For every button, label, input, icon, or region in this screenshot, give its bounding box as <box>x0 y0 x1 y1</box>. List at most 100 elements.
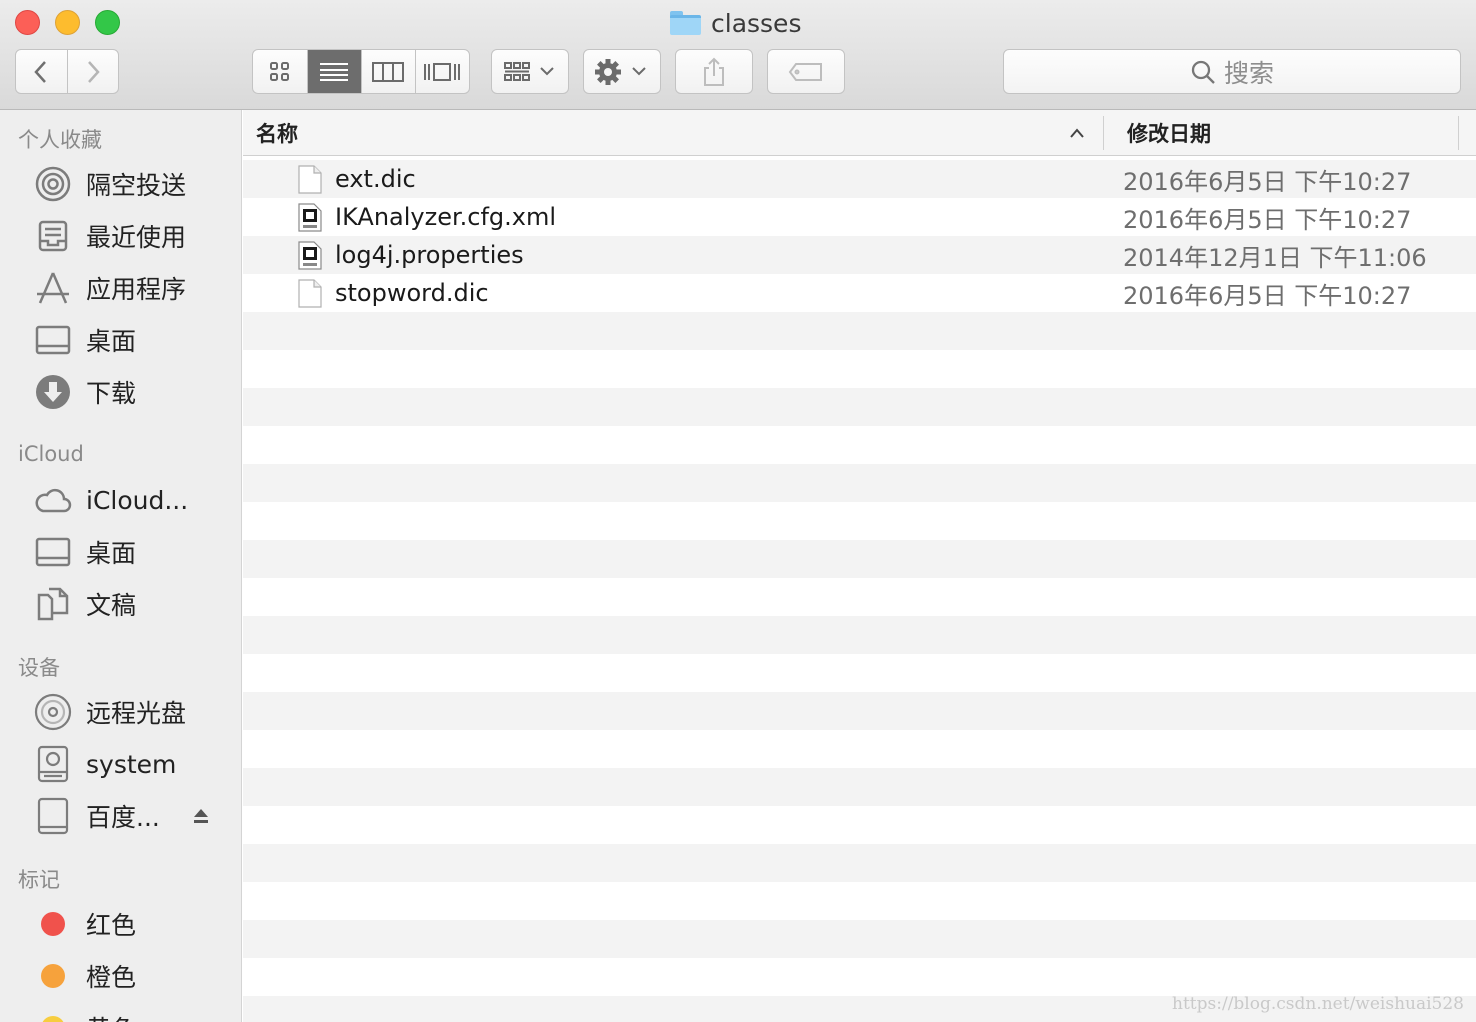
documents-icon <box>34 585 72 623</box>
sidebar-item-icloud-drive[interactable]: iCloud... <box>34 478 234 522</box>
folder-icon <box>670 11 701 35</box>
column-header-date[interactable]: 修改日期 <box>1127 110 1211 155</box>
desktop-icon <box>34 533 72 571</box>
empty-row-stripe <box>243 768 1476 806</box>
zoom-window-button[interactable] <box>95 10 120 35</box>
java-file-icon <box>298 241 322 270</box>
file-name: IKAnalyzer.cfg.xml <box>335 203 557 231</box>
sidebar-section-icloud: iCloud <box>18 442 84 466</box>
tag-icon <box>788 62 822 81</box>
recents-icon <box>34 217 72 255</box>
list-view-icon <box>320 62 349 81</box>
red-tag-dot-icon <box>34 905 72 943</box>
sidebar-item-tag-red[interactable]: 红色 <box>34 902 234 946</box>
eject-icon[interactable] <box>192 794 210 838</box>
file-name: stopword.dic <box>335 279 489 307</box>
sidebar-item-label: 橙色 <box>86 963 137 992</box>
tag-button[interactable] <box>767 49 845 94</box>
xml-file-icon <box>298 203 322 232</box>
toolbar: classes 搜索 <box>0 0 1476 110</box>
sidebar-item-downloads[interactable]: 下载 <box>34 370 234 414</box>
arrange-button[interactable] <box>491 49 569 94</box>
arrange-grid-icon <box>504 61 554 81</box>
sidebar: 个人收藏 隔空投送 最近使用 应用程序 桌面 下载 iCloud iCloud.… <box>0 110 242 1022</box>
file-date: 2014年12月1日 下午11:06 <box>1123 243 1427 272</box>
sidebar-item-airdrop[interactable]: 隔空投送 <box>34 162 234 206</box>
sidebar-item-tag-orange[interactable]: 橙色 <box>34 954 234 998</box>
orange-tag-dot-icon <box>34 957 72 995</box>
sidebar-item-label: iCloud... <box>86 485 189 515</box>
plain-file-icon <box>298 165 322 194</box>
sidebar-item-label: 远程光盘 <box>86 699 187 728</box>
empty-row-stripe <box>243 540 1476 578</box>
empty-row-stripe <box>243 920 1476 958</box>
downloads-icon <box>34 373 72 411</box>
sidebar-item-system[interactable]: system <box>34 742 234 786</box>
sidebar-item-tag-yellow[interactable]: 黄色 <box>34 1006 234 1022</box>
file-date: 2016年6月5日 下午10:27 <box>1123 281 1412 310</box>
search-placeholder: 搜索 <box>1223 58 1274 88</box>
empty-row-stripe <box>243 616 1476 654</box>
column-view-icon <box>372 61 405 82</box>
file-row[interactable]: IKAnalyzer.cfg.xml 2016年6月5日 下午10:27 <box>243 198 1476 236</box>
empty-row-stripe <box>243 388 1476 426</box>
minimize-window-button[interactable] <box>55 10 80 35</box>
chevron-right-icon <box>87 60 100 83</box>
back-button[interactable] <box>16 50 68 93</box>
list-view-button[interactable] <box>308 50 362 93</box>
chevron-up-icon[interactable] <box>1069 110 1085 155</box>
external-drive-icon <box>34 797 72 835</box>
window-title: classes <box>670 6 801 40</box>
empty-row-stripe <box>243 844 1476 882</box>
file-date: 2016年6月5日 下午10:27 <box>1123 167 1412 196</box>
desktop-icon <box>34 321 72 359</box>
file-name: log4j.properties <box>335 241 524 269</box>
column-view-button[interactable] <box>362 50 416 93</box>
nav-buttons <box>15 49 119 94</box>
sidebar-item-label: 桌面 <box>86 539 137 568</box>
hard-drive-icon <box>34 745 72 783</box>
watermark: https://blog.csdn.net/weishuai528 <box>1172 994 1464 1014</box>
file-row[interactable]: log4j.properties 2014年12月1日 下午11:06 <box>243 236 1476 274</box>
sidebar-item-baidu-drive[interactable]: 百度... <box>34 794 234 838</box>
sidebar-item-remote-disc[interactable]: 远程光盘 <box>34 690 234 734</box>
file-date: 2016年6月5日 下午10:27 <box>1123 205 1412 234</box>
sidebar-item-desktop[interactable]: 桌面 <box>34 318 234 362</box>
search-field[interactable]: 搜索 <box>1003 49 1461 94</box>
sidebar-item-recents[interactable]: 最近使用 <box>34 214 234 258</box>
icon-view-icon <box>270 61 290 81</box>
share-button[interactable] <box>675 49 753 94</box>
sidebar-item-documents[interactable]: 文稿 <box>34 582 234 626</box>
file-row[interactable]: stopword.dic 2016年6月5日 下午10:27 <box>243 274 1476 312</box>
column-divider[interactable] <box>1458 116 1459 150</box>
sidebar-item-icloud-desktop[interactable]: 桌面 <box>34 530 234 574</box>
column-divider[interactable] <box>1103 116 1104 150</box>
window-title-text: classes <box>711 8 802 38</box>
sidebar-item-applications[interactable]: 应用程序 <box>34 266 234 310</box>
view-mode-control <box>252 49 470 94</box>
empty-row-stripe <box>243 692 1476 730</box>
sidebar-item-label: 最近使用 <box>86 223 187 252</box>
finder-window: classes 搜索 个人收藏 隔空投送 最近使用 应用程序 桌面 下载 iCl… <box>0 0 1476 1022</box>
icon-view-button[interactable] <box>253 50 309 93</box>
sidebar-item-label: 应用程序 <box>86 275 187 304</box>
list-header: 名称 修改日期 <box>243 110 1476 156</box>
sidebar-item-label: 下载 <box>86 379 137 408</box>
sidebar-section-favorites: 个人收藏 <box>18 128 102 152</box>
column-header-name[interactable]: 名称 <box>256 110 298 155</box>
file-list: 名称 修改日期 ext.dic 2016年6月5日 下午10:27 IKAnal… <box>243 110 1476 1022</box>
cover-flow-view-button[interactable] <box>416 50 469 93</box>
action-button[interactable] <box>583 49 661 94</box>
cover-flow-icon <box>424 62 461 81</box>
gear-icon <box>595 58 646 85</box>
forward-button[interactable] <box>68 50 119 93</box>
close-window-button[interactable] <box>15 10 40 35</box>
plain-file-icon <box>298 279 322 308</box>
search-icon <box>1191 60 1215 84</box>
empty-row-stripe <box>243 464 1476 502</box>
sidebar-item-label: 黄色 <box>86 1010 136 1022</box>
sidebar-item-label: 百度... <box>86 803 160 832</box>
remote-disc-icon <box>34 693 72 731</box>
file-row[interactable]: ext.dic 2016年6月5日 下午10:27 <box>243 160 1476 198</box>
file-name: ext.dic <box>335 165 416 193</box>
